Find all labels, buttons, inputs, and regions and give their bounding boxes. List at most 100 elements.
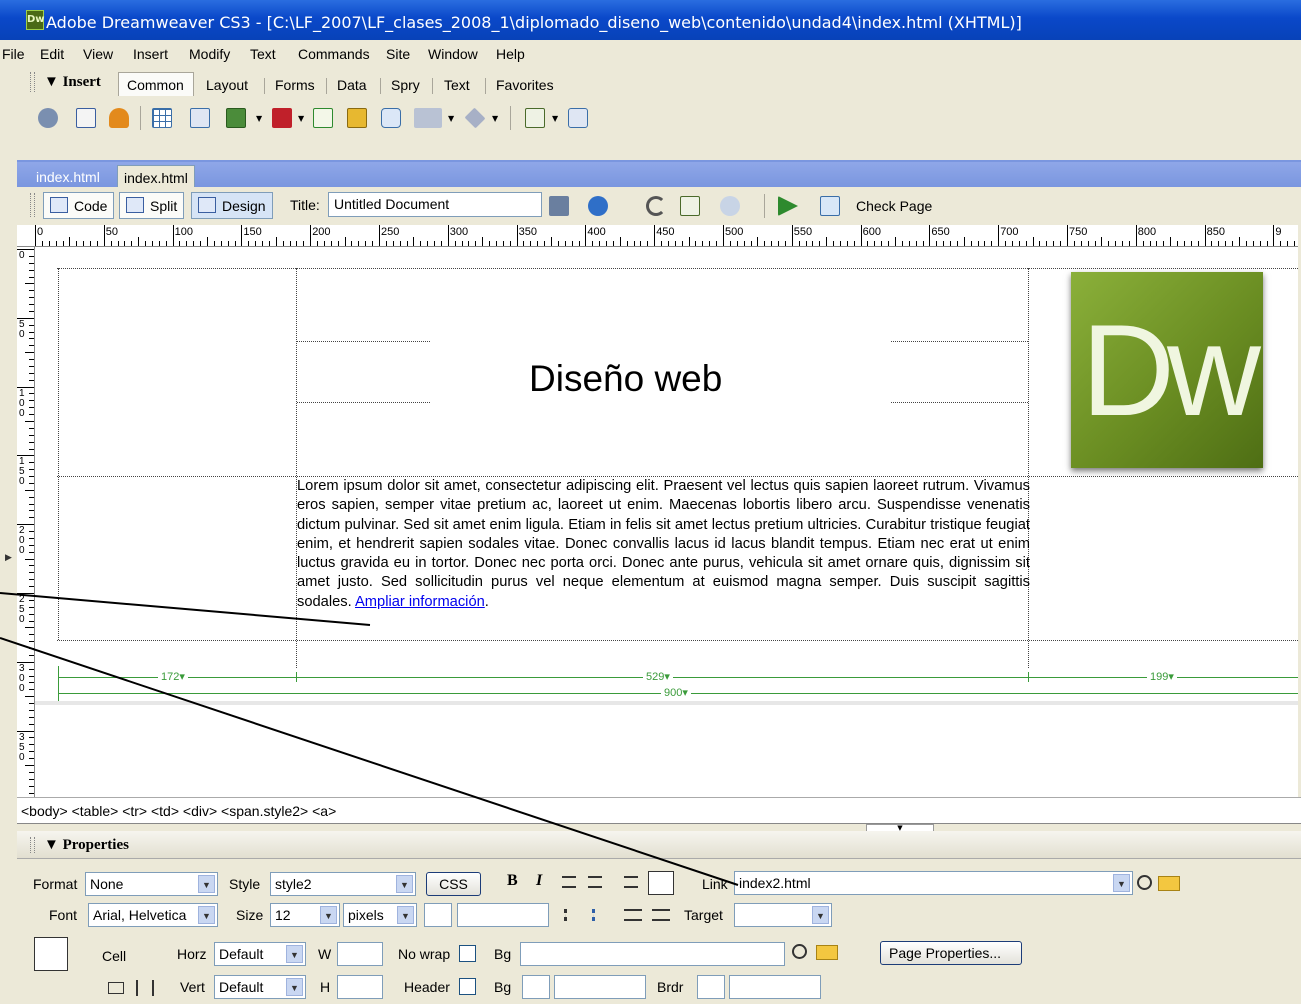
link-input[interactable]: index2.html ▼: [734, 871, 1133, 895]
split-view-button[interactable]: Split: [119, 192, 185, 219]
border-color-swatch[interactable]: [697, 975, 725, 999]
date-icon[interactable]: [313, 108, 333, 128]
media-icon[interactable]: [272, 108, 292, 128]
bg-color-swatch[interactable]: [522, 975, 550, 999]
bg-color-input[interactable]: [554, 975, 646, 999]
outdent-icon[interactable]: [624, 909, 642, 921]
tag-selector[interactable]: <body> <table> <tr> <td> <div> <span.sty…: [17, 797, 1301, 823]
text-color-input[interactable]: [457, 903, 549, 927]
div-tag-icon[interactable]: [190, 108, 210, 128]
menu-window[interactable]: Window: [428, 46, 478, 62]
nowrap-checkbox[interactable]: [459, 945, 476, 962]
tab-text[interactable]: Text: [444, 77, 470, 93]
document-title-input[interactable]: Untitled Document: [328, 192, 542, 217]
text-color-swatch[interactable]: [424, 903, 452, 927]
image-icon[interactable]: [226, 108, 246, 128]
menu-site[interactable]: Site: [386, 46, 410, 62]
properties-grip[interactable]: [30, 837, 35, 853]
insert-panel-title[interactable]: ▼ Insert: [44, 74, 101, 91]
menu-help[interactable]: Help: [496, 46, 525, 62]
comment-icon[interactable]: [381, 108, 401, 128]
split-cell-icon[interactable]: [136, 980, 154, 996]
refresh-icon[interactable]: [646, 196, 666, 216]
menu-text[interactable]: Text: [250, 46, 276, 62]
templates-icon[interactable]: [525, 108, 545, 128]
doc-tab-inactive[interactable]: index.html: [30, 165, 106, 187]
collapse-arrow-icon[interactable]: ▶: [5, 552, 12, 563]
tab-data[interactable]: Data: [337, 77, 367, 93]
vert-select[interactable]: Default ▼: [214, 975, 306, 999]
image-dropdown-icon[interactable]: ▼: [256, 114, 262, 123]
panel-splitter[interactable]: [17, 823, 1301, 831]
file-management-icon[interactable]: [549, 196, 569, 216]
tab-common[interactable]: Common: [127, 77, 184, 93]
tag-chooser-icon[interactable]: [568, 108, 588, 128]
align-center-icon[interactable]: [588, 876, 602, 888]
size-select[interactable]: 12 ▼: [270, 903, 340, 927]
check-page-icon[interactable]: [820, 196, 840, 216]
ordered-list-icon[interactable]: [592, 909, 608, 921]
templates-dropdown-icon[interactable]: ▼: [552, 114, 558, 123]
italic-button[interactable]: I: [536, 872, 542, 890]
horz-select[interactable]: Default ▼: [214, 942, 306, 966]
col3-width-label[interactable]: 199▾: [1147, 670, 1177, 683]
page-heading[interactable]: Diseño web: [529, 358, 722, 400]
server-side-include-icon[interactable]: [347, 108, 367, 128]
bold-button[interactable]: B: [507, 872, 518, 890]
tab-layout[interactable]: Layout: [206, 77, 248, 93]
browse-folder-icon[interactable]: [816, 945, 838, 960]
col1-width-label[interactable]: 172▾: [158, 670, 188, 683]
bg-image-input[interactable]: [520, 942, 785, 966]
justify-icon[interactable]: [648, 871, 674, 895]
indent-icon[interactable]: [652, 909, 670, 921]
menu-view[interactable]: View: [83, 46, 113, 62]
toolbar-grip[interactable]: [30, 193, 35, 217]
read-more-link[interactable]: Ampliar información: [355, 594, 485, 610]
preview-browser-icon[interactable]: [588, 196, 608, 216]
visual-aids-icon[interactable]: [720, 196, 740, 216]
table-width-label[interactable]: 900▾: [661, 686, 691, 699]
doc-tab-active[interactable]: index.html: [117, 165, 195, 187]
menu-modify[interactable]: Modify: [189, 46, 230, 62]
align-right-icon[interactable]: [624, 876, 638, 888]
page-properties-button[interactable]: Page Properties...: [880, 941, 1022, 965]
menu-commands[interactable]: Commands: [298, 46, 370, 62]
head-dropdown-icon[interactable]: ▼: [448, 114, 454, 123]
align-left-icon[interactable]: [562, 876, 576, 888]
merge-cells-icon[interactable]: [108, 982, 124, 994]
design-view-button[interactable]: Design: [191, 192, 273, 219]
width-input[interactable]: [337, 942, 383, 966]
border-color-input[interactable]: [729, 975, 821, 999]
script-dropdown-icon[interactable]: ▼: [492, 114, 498, 123]
point-to-file-icon[interactable]: [1137, 875, 1152, 890]
size-unit-select[interactable]: pixels ▼: [343, 903, 417, 927]
named-anchor-icon[interactable]: [109, 108, 129, 128]
table-icon[interactable]: [152, 108, 172, 128]
col2-width-label[interactable]: 529▾: [643, 670, 673, 683]
format-select[interactable]: None ▼: [85, 872, 218, 896]
head-icon[interactable]: [414, 108, 442, 128]
email-link-icon[interactable]: [76, 108, 96, 128]
body-paragraph[interactable]: Lorem ipsum dolor sit amet, consectetur …: [297, 477, 1030, 612]
insert-grip[interactable]: [30, 72, 35, 92]
menu-edit[interactable]: Edit: [40, 46, 64, 62]
css-button[interactable]: CSS: [426, 872, 481, 896]
browse-folder-icon[interactable]: [1158, 876, 1180, 891]
height-input[interactable]: [337, 975, 383, 999]
target-select[interactable]: ▼: [734, 903, 832, 927]
header-checkbox[interactable]: [459, 978, 476, 995]
properties-title[interactable]: ▼ Properties: [44, 837, 129, 854]
check-page-label[interactable]: Check Page: [856, 198, 932, 214]
menu-file[interactable]: File: [2, 46, 25, 62]
font-select[interactable]: Arial, Helvetica ▼: [88, 903, 218, 927]
tab-spry[interactable]: Spry: [391, 77, 420, 93]
unordered-list-icon[interactable]: [564, 909, 580, 921]
hyperlink-icon[interactable]: [38, 108, 58, 128]
view-options-icon[interactable]: [680, 196, 700, 216]
menu-insert[interactable]: Insert: [133, 46, 168, 62]
tab-favorites[interactable]: Favorites: [496, 77, 554, 93]
tab-forms[interactable]: Forms: [275, 77, 315, 93]
style-select[interactable]: style2 ▼: [270, 872, 416, 896]
point-to-file-icon[interactable]: [792, 944, 807, 959]
media-dropdown-icon[interactable]: ▼: [298, 114, 304, 123]
